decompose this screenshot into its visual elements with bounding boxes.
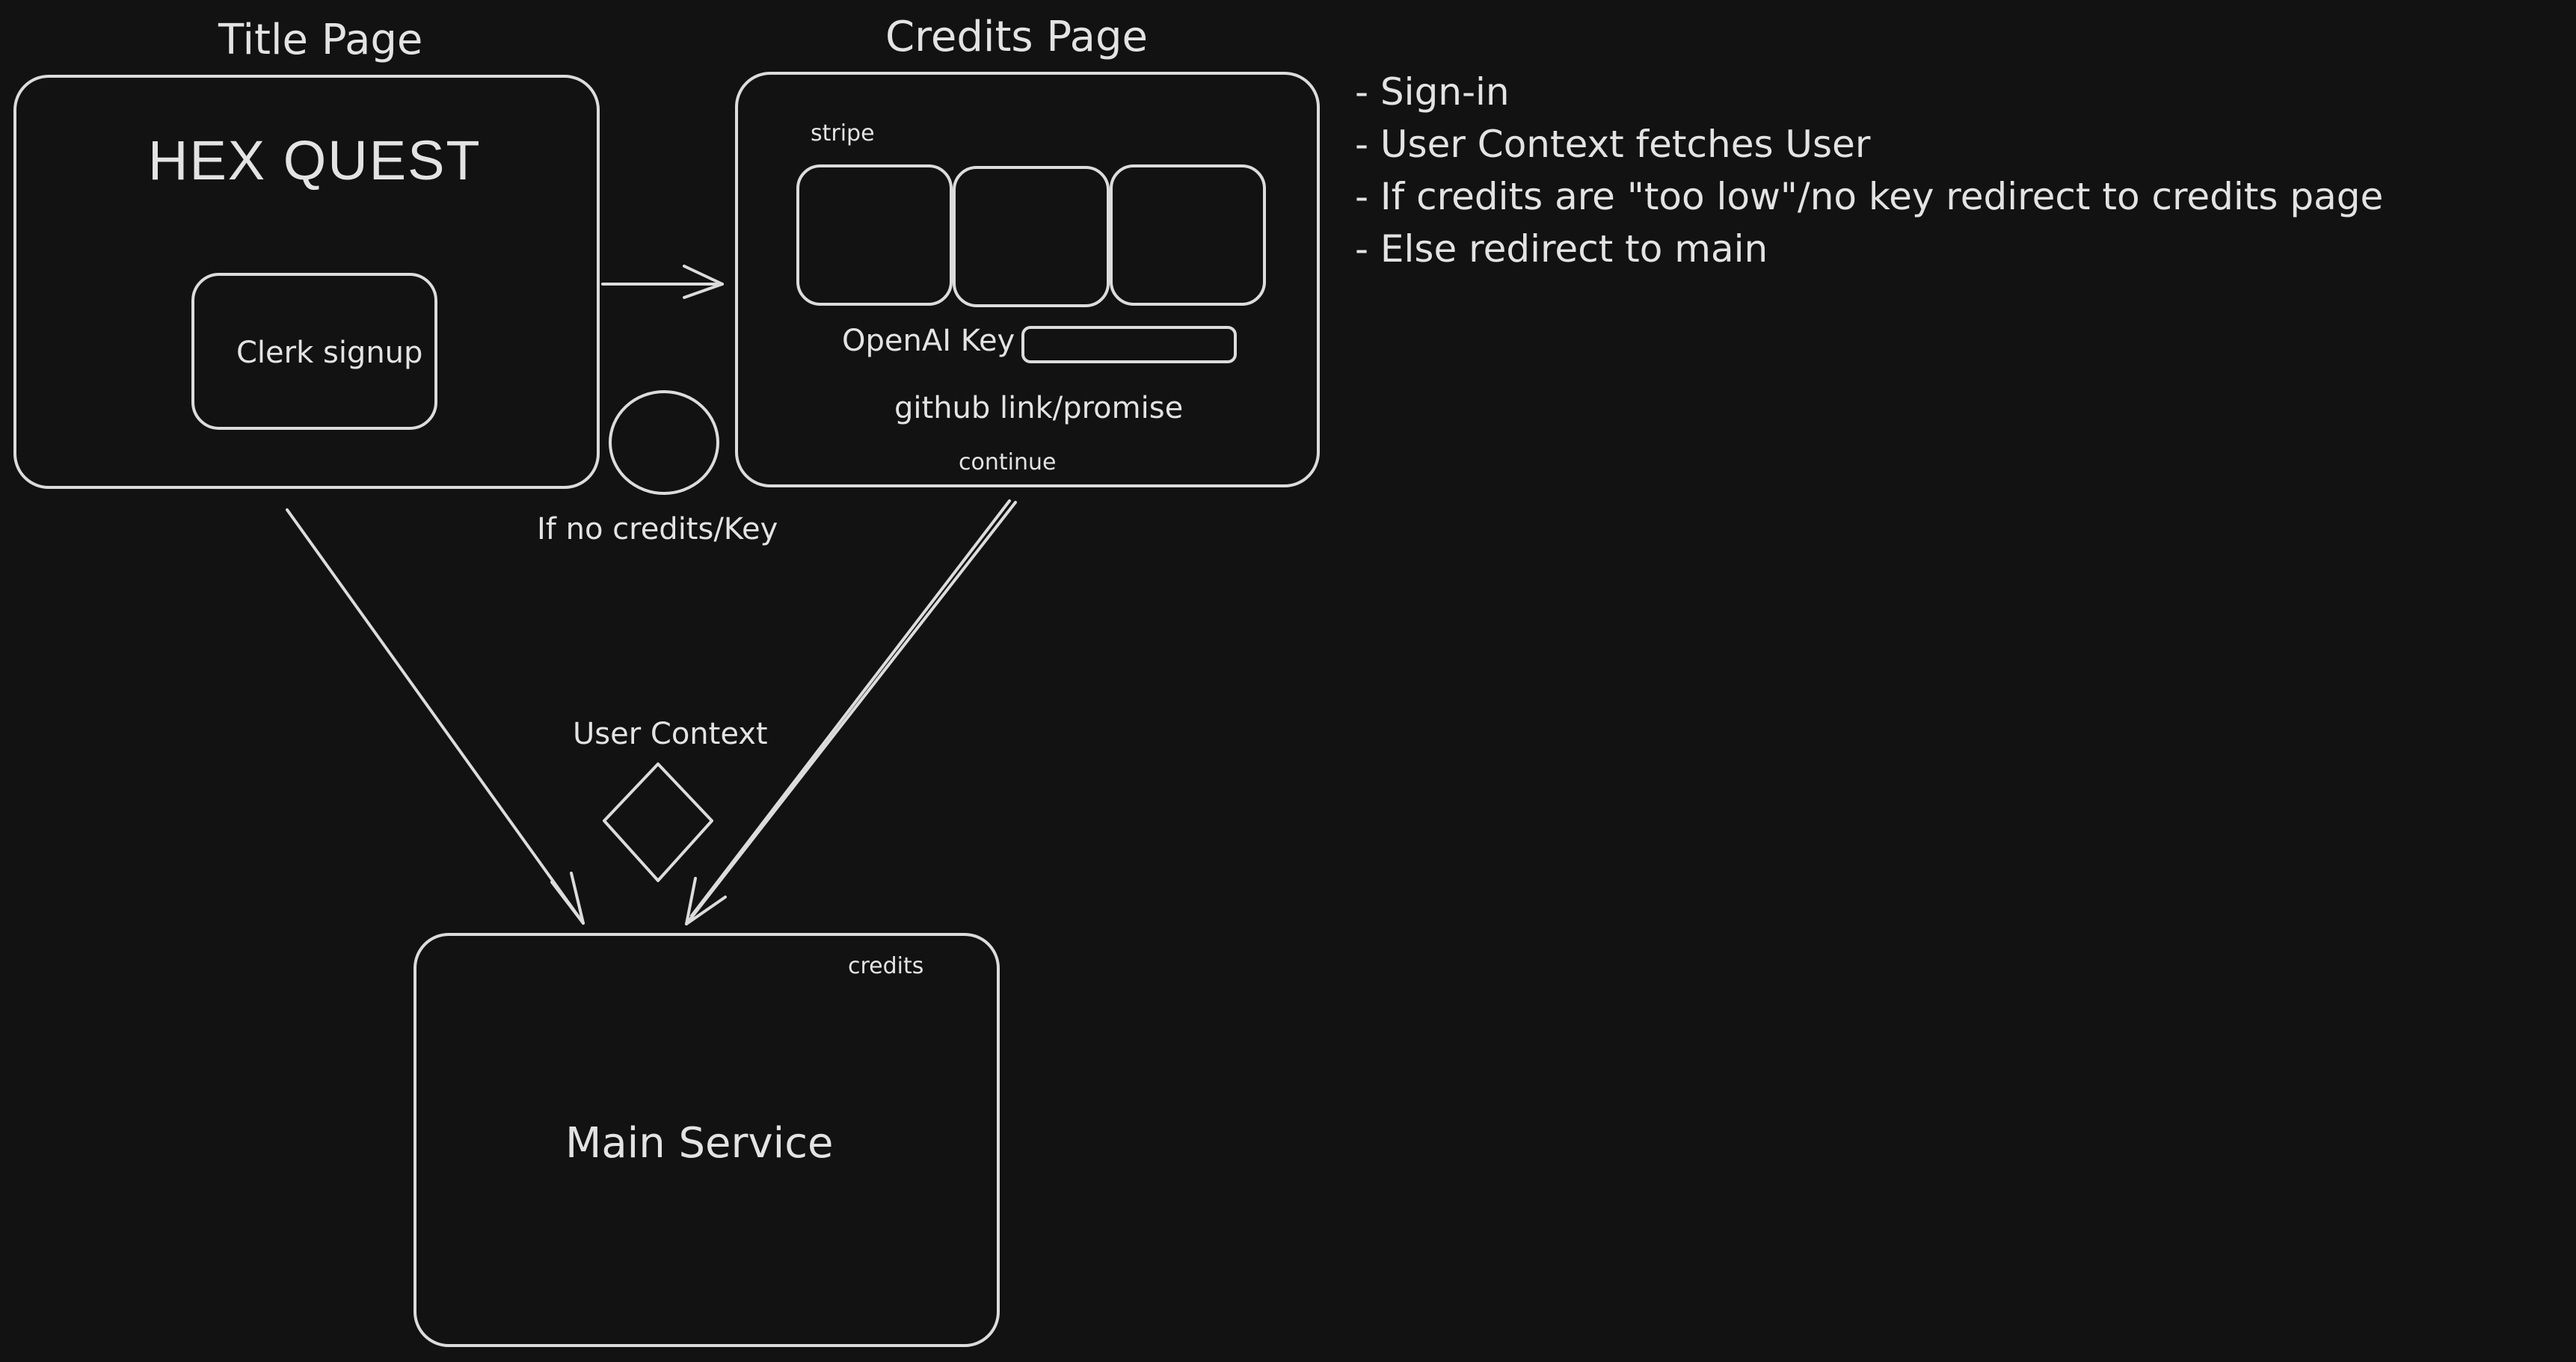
main-service-title: Main Service: [565, 1119, 834, 1168]
arrow-title-to-main-head: [550, 872, 585, 925]
stripe-option-1: [796, 164, 953, 306]
main-credits-label: credits: [848, 953, 924, 979]
openai-key-input-box: [1021, 326, 1237, 363]
stripe-label: stripe: [811, 120, 875, 147]
note-item: - Else redirect to main: [1355, 227, 1768, 271]
user-context-diamond: [603, 762, 713, 882]
title-page-heading: Title Page: [218, 16, 423, 64]
arrow-title-to-credits-head: [683, 265, 724, 299]
arrow-credits-to-main-second-stroke: [690, 499, 1011, 917]
app-name-title: HEX QUEST: [148, 129, 482, 191]
arrow-credits-to-main: [685, 501, 1017, 925]
note-item: - If credits are "too low"/no key redire…: [1355, 175, 2384, 218]
continue-button[interactable]: continue: [959, 452, 1056, 474]
note-item: - User Context fetches User: [1355, 123, 1871, 166]
openai-key-label: OpenAI Key: [842, 324, 1015, 358]
note-item: - Sign-in: [1355, 70, 1510, 114]
decision-label: If no credits/Key: [537, 512, 778, 546]
stripe-option-2: [953, 166, 1110, 307]
stripe-option-3: [1110, 164, 1266, 306]
decision-circle: [609, 390, 719, 495]
github-link[interactable]: github link/promise: [894, 393, 1183, 423]
arrow-title-to-main: [286, 508, 585, 925]
user-context-label: User Context: [573, 717, 768, 751]
diagram-canvas: Title Page HEX QUEST Clerk signup Credit…: [0, 0, 2576, 1362]
clerk-signup-button[interactable]: Clerk signup: [236, 338, 422, 368]
credits-page-heading: Credits Page: [885, 13, 1148, 61]
